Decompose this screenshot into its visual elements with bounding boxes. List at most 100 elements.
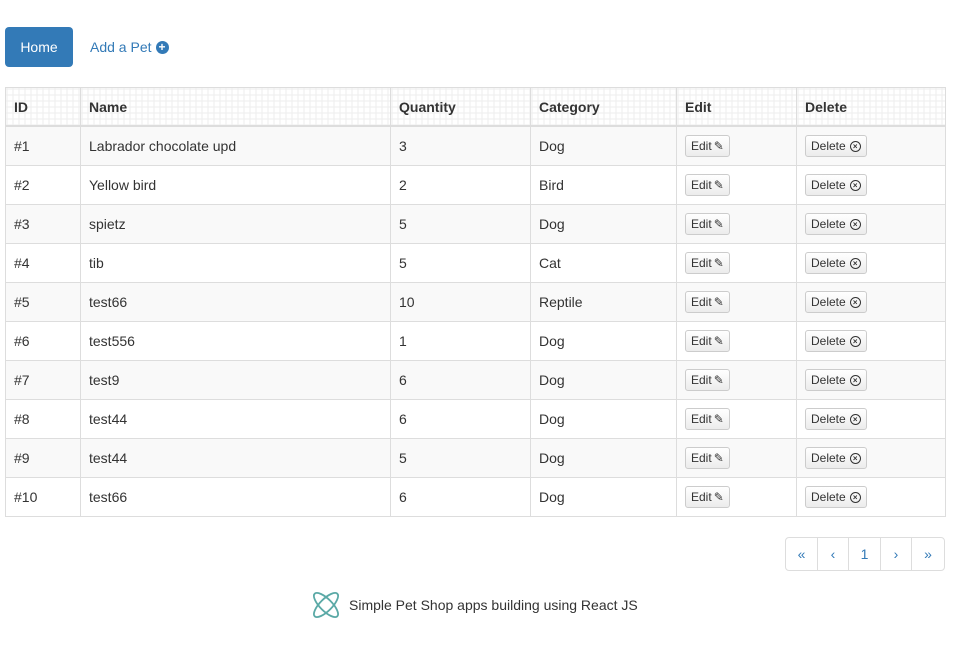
delete-button-label[interactable]: Delete (811, 451, 846, 465)
cell-name: test66 (80, 477, 391, 517)
cell-id: #5 (5, 282, 81, 322)
delete-button[interactable]: Delete × (805, 252, 867, 274)
edit-button[interactable]: Edit ✎ (685, 330, 730, 352)
cell-edit: Edit ✎ (676, 125, 797, 166)
close-circle-icon[interactable]: × (849, 257, 861, 269)
cell-name: test44 (80, 438, 391, 478)
delete-button[interactable]: Delete × (805, 330, 867, 352)
table-row: #1 Labrador chocolate upd 3 Dog Edit ✎ Delete × (5, 125, 946, 166)
edit-icon[interactable]: ✎ (714, 295, 724, 309)
edit-icon[interactable]: ✎ (714, 178, 724, 192)
close-circle-icon[interactable]: × (849, 140, 861, 152)
delete-button-label[interactable]: Delete (811, 139, 846, 153)
close-circle-icon[interactable]: × (849, 296, 861, 308)
delete-button-label[interactable]: Delete (811, 490, 846, 504)
edit-button-label[interactable]: Edit (691, 139, 712, 153)
delete-button[interactable]: Delete × (805, 408, 867, 430)
close-circle-icon[interactable]: × (849, 413, 861, 425)
header-id: ID (5, 87, 81, 127)
delete-button[interactable]: Delete × (805, 486, 867, 508)
table-row: #7 test9 6 Dog Edit ✎ Delete × (5, 360, 946, 400)
edit-button[interactable]: Edit ✎ (685, 369, 730, 391)
cell-category: Reptile (530, 282, 677, 322)
cell-name: test9 (80, 360, 391, 400)
table-row: #9 test44 5 Dog Edit ✎ Delete × (5, 438, 946, 478)
edit-icon[interactable]: ✎ (714, 139, 724, 153)
delete-button[interactable]: Delete × (805, 369, 867, 391)
footer: Simple Pet Shop apps building using Reac… (309, 589, 638, 621)
edit-button-label[interactable]: Edit (691, 256, 712, 270)
cell-name: Labrador chocolate upd (80, 125, 391, 166)
cell-edit: Edit ✎ (676, 360, 797, 400)
home-button[interactable]: Home (5, 27, 73, 67)
close-circle-icon[interactable]: × (849, 335, 861, 347)
edit-button[interactable]: Edit ✎ (685, 291, 730, 313)
edit-icon[interactable]: ✎ (714, 373, 724, 387)
delete-button-label[interactable]: Delete (811, 412, 846, 426)
edit-button[interactable]: Edit ✎ (685, 408, 730, 430)
edit-icon[interactable]: ✎ (714, 451, 724, 465)
pagination-last[interactable]: » (911, 538, 944, 570)
delete-button-label[interactable]: Delete (811, 373, 846, 387)
close-circle-icon[interactable]: × (849, 374, 861, 386)
delete-button-label[interactable]: Delete (811, 256, 846, 270)
edit-button-label[interactable]: Edit (691, 178, 712, 192)
plus-circle-icon[interactable]: + (155, 40, 169, 54)
cell-delete: Delete × (796, 399, 946, 439)
edit-button-label[interactable]: Edit (691, 490, 712, 504)
pagination-first[interactable]: « (786, 538, 817, 570)
add-pet-link[interactable]: Add a Pet + (90, 39, 169, 55)
add-pet-label[interactable]: Add a Pet (90, 39, 152, 55)
cell-quantity: 5 (390, 204, 531, 244)
header-name: Name (80, 87, 391, 127)
cell-id: #9 (5, 438, 81, 478)
cell-name: Yellow bird (80, 165, 391, 205)
delete-button-label[interactable]: Delete (811, 217, 846, 231)
delete-button-label[interactable]: Delete (811, 295, 846, 309)
cell-category: Dog (530, 360, 677, 400)
edit-icon[interactable]: ✎ (714, 256, 724, 270)
edit-button-label[interactable]: Edit (691, 373, 712, 387)
table-row: #2 Yellow bird 2 Bird Edit ✎ Delete × (5, 165, 946, 205)
delete-button[interactable]: Delete × (805, 135, 867, 157)
cell-category: Dog (530, 204, 677, 244)
close-circle-icon[interactable]: × (849, 218, 861, 230)
edit-button[interactable]: Edit ✎ (685, 486, 730, 508)
delete-button[interactable]: Delete × (805, 174, 867, 196)
edit-icon[interactable]: ✎ (714, 490, 724, 504)
close-circle-icon[interactable]: × (849, 452, 861, 464)
edit-button[interactable]: Edit ✎ (685, 447, 730, 469)
edit-button[interactable]: Edit ✎ (685, 213, 730, 235)
delete-button[interactable]: Delete × (805, 291, 867, 313)
pagination-page-1[interactable]: 1 (848, 538, 880, 570)
pagination-prev[interactable]: ‹ (817, 538, 848, 570)
cell-id: #8 (5, 399, 81, 439)
delete-button[interactable]: Delete × (805, 213, 867, 235)
edit-icon[interactable]: ✎ (714, 334, 724, 348)
edit-button[interactable]: Edit ✎ (685, 252, 730, 274)
cell-quantity: 2 (390, 165, 531, 205)
cell-edit: Edit ✎ (676, 165, 797, 205)
pets-table: ID Name Quantity Category Edit Delete #1… (5, 87, 946, 517)
cell-quantity: 6 (390, 360, 531, 400)
edit-icon[interactable]: ✎ (714, 217, 724, 231)
edit-button-label[interactable]: Edit (691, 451, 712, 465)
cell-id: #1 (5, 125, 81, 166)
edit-button[interactable]: Edit ✎ (685, 174, 730, 196)
pagination-next[interactable]: › (880, 538, 911, 570)
cell-delete: Delete × (796, 360, 946, 400)
close-circle-icon[interactable]: × (849, 491, 861, 503)
delete-button-label[interactable]: Delete (811, 334, 846, 348)
edit-button-label[interactable]: Edit (691, 412, 712, 426)
edit-icon[interactable]: ✎ (714, 412, 724, 426)
edit-button-label[interactable]: Edit (691, 295, 712, 309)
edit-button-label[interactable]: Edit (691, 334, 712, 348)
cell-category: Bird (530, 165, 677, 205)
delete-button[interactable]: Delete × (805, 447, 867, 469)
delete-button-label[interactable]: Delete (811, 178, 846, 192)
cell-category: Dog (530, 399, 677, 439)
edit-button-label[interactable]: Edit (691, 217, 712, 231)
edit-button[interactable]: Edit ✎ (685, 135, 730, 157)
close-circle-icon[interactable]: × (849, 179, 861, 191)
cell-category: Dog (530, 477, 677, 517)
